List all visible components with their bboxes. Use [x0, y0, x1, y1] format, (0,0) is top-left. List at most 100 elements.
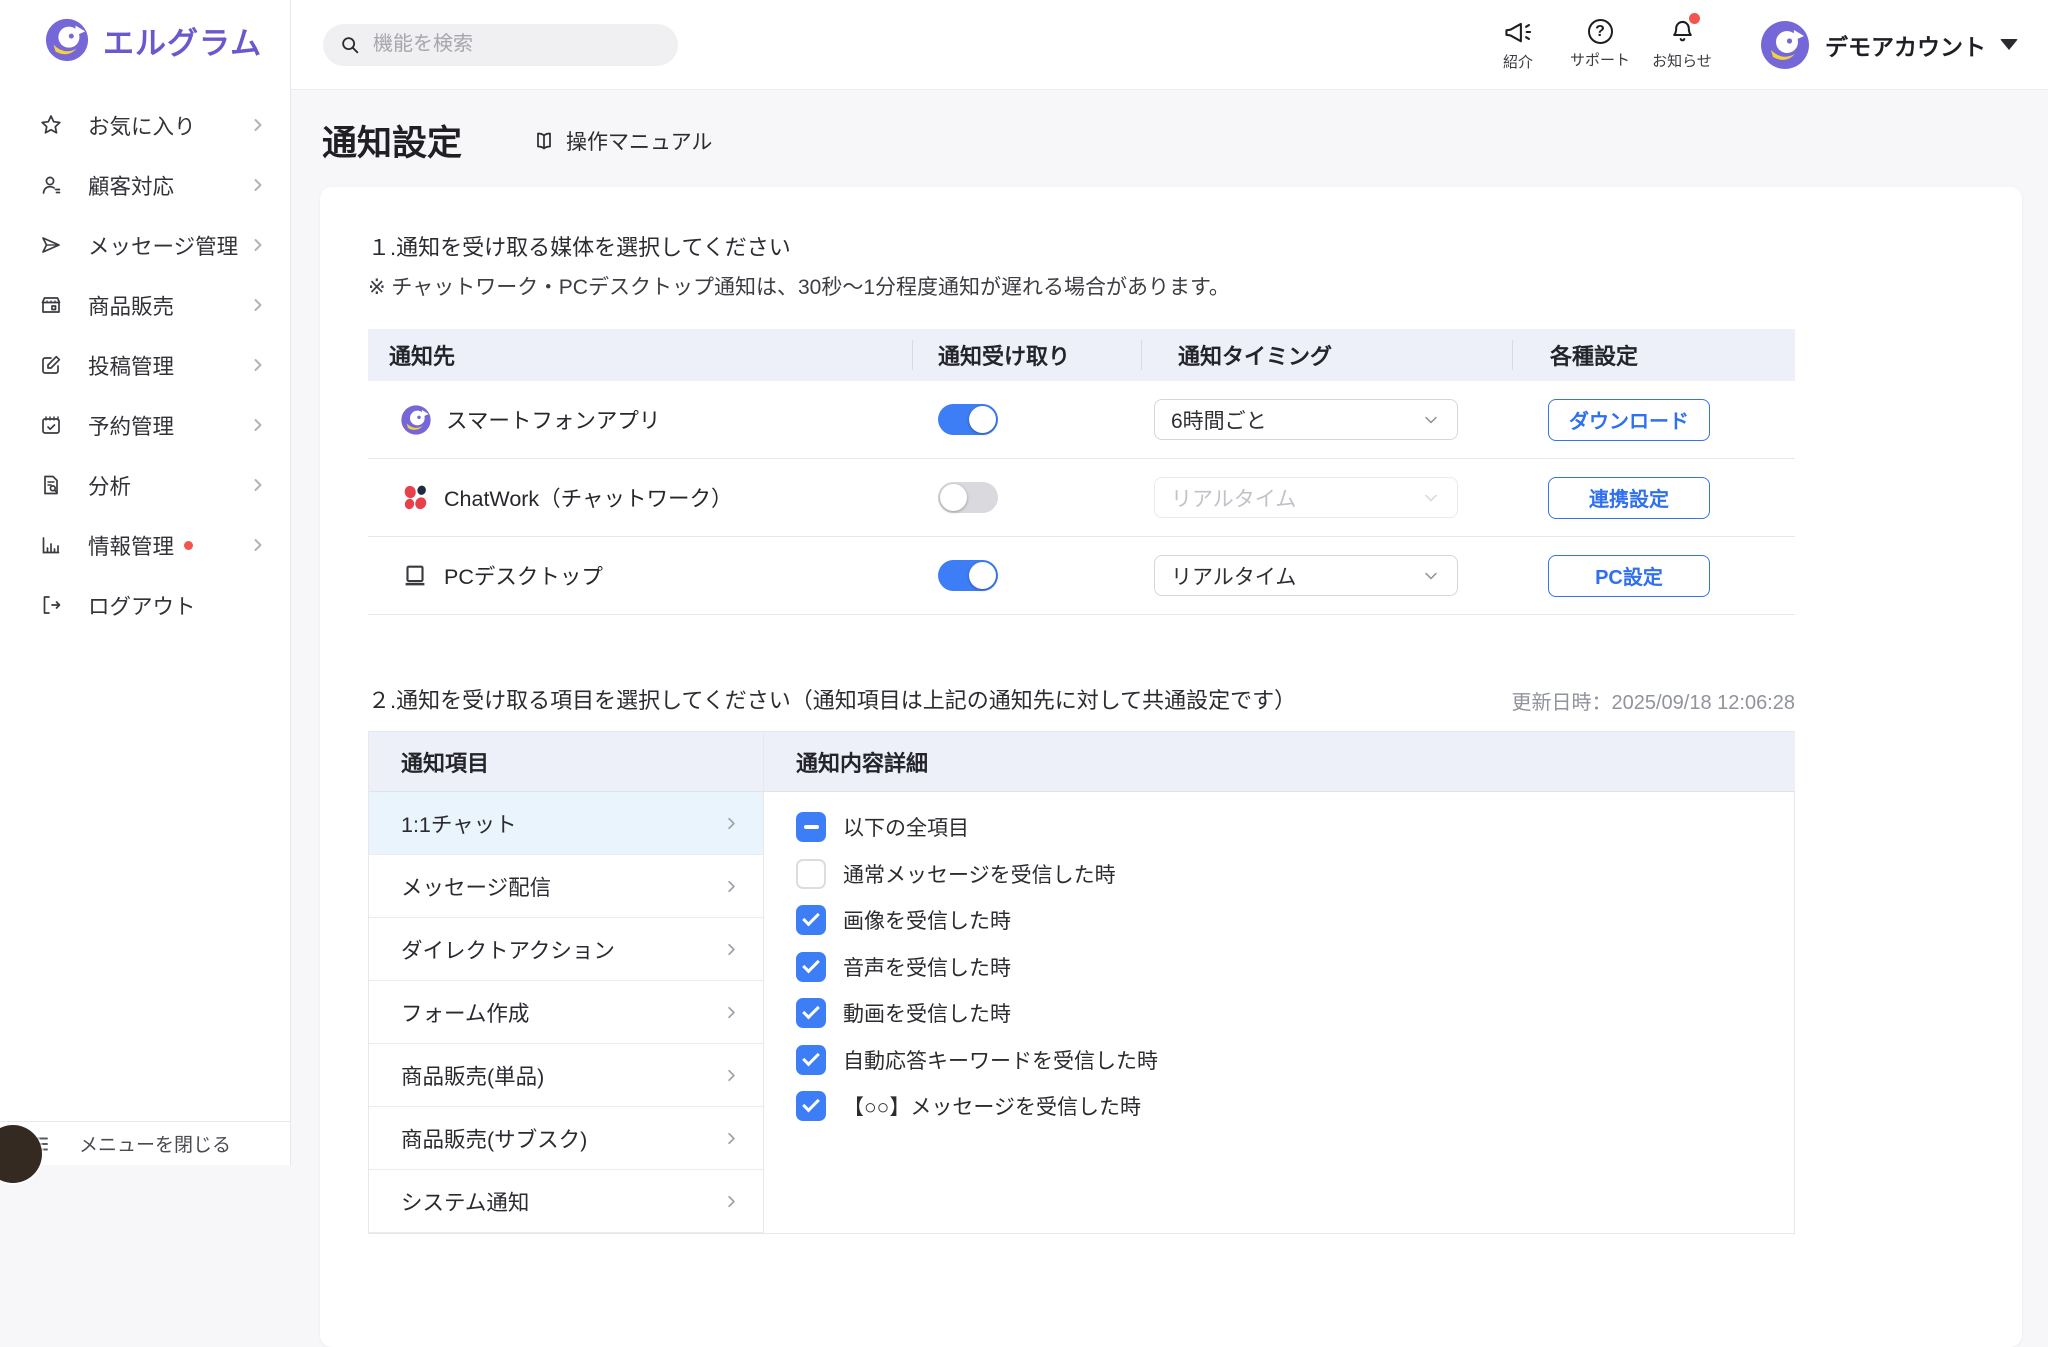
chevron-down-icon	[2000, 39, 2018, 50]
settings-card: １.通知を受け取る媒体を選択してください ※ チャットワーク・PCデスクトップ通…	[320, 187, 2022, 1347]
news-label: お知らせ	[1652, 50, 1712, 71]
chevron-right-icon	[722, 1192, 741, 1211]
category-direct-action[interactable]: ダイレクトアクション	[369, 918, 763, 981]
table-row: スマートフォンアプリ 6時間ごと ダウンロード	[368, 381, 1795, 459]
chevron-right-icon	[248, 235, 268, 255]
manual-link[interactable]: 操作マニュアル	[532, 126, 712, 156]
brand-logo[interactable]: エルグラム	[0, 0, 290, 63]
sidebar-item-message-management[interactable]: メッセージ管理	[0, 215, 290, 275]
timing-select[interactable]: リアルタイム	[1154, 477, 1458, 518]
timing-select[interactable]: リアルタイム	[1154, 555, 1458, 596]
checkbox[interactable]	[796, 952, 826, 982]
referral-button[interactable]: 紹介	[1477, 18, 1559, 72]
search-input[interactable]	[371, 32, 662, 57]
column-header-destination: 通知先	[368, 329, 912, 381]
updated-timestamp: 更新日時：2025/09/18 12:06:28	[1511, 686, 1795, 715]
sidebar-item-label: 商品販売	[88, 290, 174, 321]
chevron-right-icon	[248, 415, 268, 435]
brand-bird-icon	[44, 17, 90, 63]
category-list: 1:1チャット メッセージ配信 ダイレクトアクション フォーム作成 商品販売(単…	[369, 792, 764, 1233]
chevron-right-icon	[722, 1129, 741, 1148]
chevron-right-icon	[248, 535, 268, 555]
doc-search-icon	[38, 473, 64, 497]
send-icon	[38, 233, 64, 257]
checkbox[interactable]	[796, 998, 826, 1028]
sidebar-item-reservation-management[interactable]: 予約管理	[0, 395, 290, 455]
support-button[interactable]: ? サポート	[1559, 19, 1641, 70]
select-all-checkbox[interactable]	[796, 812, 826, 842]
collapse-menu-button[interactable]: メニューを閉じる	[0, 1121, 290, 1165]
receive-toggle[interactable]	[938, 482, 998, 513]
chatwork-link-settings-button[interactable]: 連携設定	[1548, 477, 1710, 519]
chevron-right-icon	[722, 940, 741, 959]
sidebar-item-customer-support[interactable]: 顧客対応	[0, 155, 290, 215]
checkbox[interactable]	[796, 1045, 826, 1075]
topbar: 紹介 ? サポート お知らせ	[290, 0, 2048, 90]
media-name: PCデスクトップ	[444, 560, 603, 591]
notification-items-table: 通知項目 通知内容詳細 1:1チャット メッセージ配信 ダイレクトアクション フ…	[368, 731, 1795, 1234]
column-header-items: 通知項目	[369, 732, 764, 792]
chevron-down-icon	[1421, 488, 1441, 508]
table-row: PCデスクトップ リアルタイム PC設定	[368, 537, 1795, 615]
checkbox[interactable]	[796, 1091, 826, 1121]
search-icon	[339, 34, 361, 56]
account-menu[interactable]: デモアカウント	[1761, 21, 2018, 69]
chevron-right-icon	[722, 877, 741, 896]
chevron-right-icon	[722, 1066, 741, 1085]
sidebar-item-label: 情報管理	[88, 530, 174, 561]
category-product-sales-single[interactable]: 商品販売(単品)	[369, 1044, 763, 1107]
chevron-down-icon	[1421, 410, 1441, 430]
timing-select-value: リアルタイム	[1171, 561, 1296, 591]
chevron-right-icon	[248, 115, 268, 135]
main-content: 通知設定 操作マニュアル １.通知を受け取る媒体を選択してください ※ チャット…	[290, 89, 2048, 1165]
chevron-right-icon	[248, 175, 268, 195]
news-button[interactable]: お知らせ	[1641, 18, 1723, 71]
category-system-notification[interactable]: システム通知	[369, 1170, 763, 1233]
receive-toggle[interactable]	[938, 560, 998, 591]
manual-link-label: 操作マニュアル	[566, 126, 712, 156]
sidebar: エルグラム お気に入り 顧客対応 メッセージ管理	[0, 0, 291, 1165]
sidebar-item-label: お気に入り	[88, 110, 196, 141]
sidebar-item-analytics[interactable]: 分析	[0, 455, 290, 515]
category-message-delivery[interactable]: メッセージ配信	[369, 855, 763, 918]
sidebar-item-label: 顧客対応	[88, 170, 174, 201]
category-form-creation[interactable]: フォーム作成	[369, 981, 763, 1044]
column-header-settings: 各種設定	[1512, 329, 1795, 381]
pc-settings-button[interactable]: PC設定	[1548, 555, 1710, 597]
section1-note: ※ チャットワーク・PCデスクトップ通知は、30秒〜1分程度通知が遅れる場合があ…	[368, 271, 2022, 301]
detail-item-image-received: 画像を受信した時	[796, 897, 1795, 944]
receive-toggle[interactable]	[938, 404, 998, 435]
checkbox[interactable]	[796, 905, 826, 935]
app-logo-icon	[400, 404, 432, 436]
megaphone-icon	[1503, 18, 1533, 46]
sidebar-item-logout[interactable]: ログアウト	[0, 575, 290, 635]
question-circle-icon: ?	[1588, 19, 1613, 44]
page-title: 通知設定	[322, 115, 462, 166]
sidebar-item-product-sales[interactable]: 商品販売	[0, 275, 290, 335]
sidebar-item-favorites[interactable]: お気に入り	[0, 95, 290, 155]
category-1-1-chat[interactable]: 1:1チャット	[369, 792, 763, 855]
avatar	[1761, 21, 1809, 69]
timing-select[interactable]: 6時間ごと	[1154, 399, 1458, 440]
support-label: サポート	[1570, 49, 1630, 70]
sidebar-item-info-management[interactable]: 情報管理	[0, 515, 290, 575]
person-icon	[38, 173, 64, 197]
download-button[interactable]: ダウンロード	[1548, 399, 1710, 441]
category-product-sales-subscription[interactable]: 商品販売(サブスク)	[369, 1107, 763, 1170]
sidebar-item-label: 投稿管理	[88, 350, 174, 381]
desktop-icon	[400, 561, 430, 591]
sidebar-item-post-management[interactable]: 投稿管理	[0, 335, 290, 395]
checkbox[interactable]	[796, 859, 826, 889]
referral-label: 紹介	[1503, 51, 1533, 72]
detail-item-normal-message: 通常メッセージを受信した時	[796, 851, 1795, 898]
timing-select-value: リアルタイム	[1171, 483, 1296, 513]
detail-item-audio-received: 音声を受信した時	[796, 944, 1795, 991]
book-icon	[532, 129, 556, 153]
chevron-right-icon	[722, 1003, 741, 1022]
timing-select-value: 6時間ごと	[1171, 405, 1267, 435]
section2-heading: ２.通知を受け取る項目を選択してください（通知項目は上記の通知先に対して共通設定…	[368, 683, 1296, 715]
sidebar-item-label: 分析	[88, 470, 131, 501]
column-header-timing: 通知タイミング	[1141, 329, 1512, 381]
search-box[interactable]	[323, 24, 678, 66]
sidebar-item-label: メッセージ管理	[88, 230, 238, 261]
